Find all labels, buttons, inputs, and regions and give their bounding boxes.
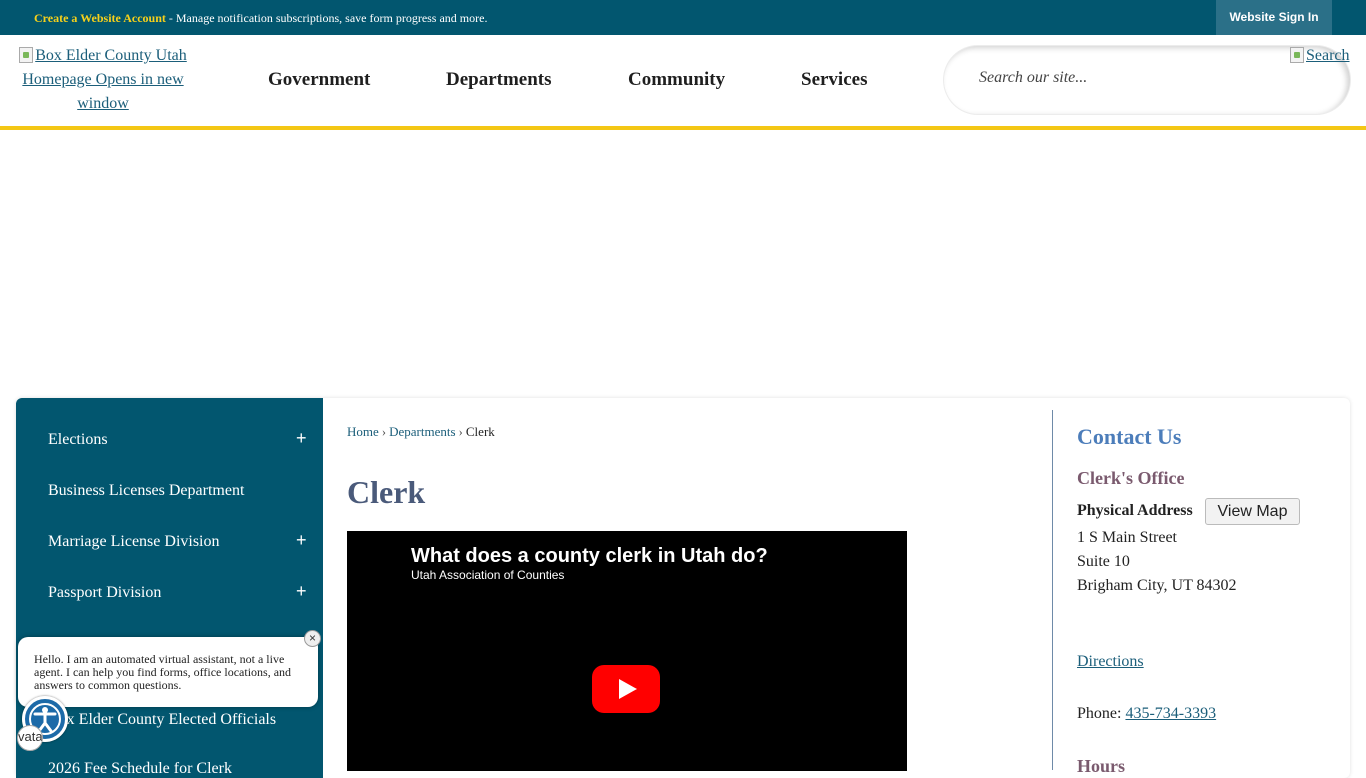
video-title[interactable]: What does a county clerk in Utah do?: [411, 545, 768, 568]
sidebar-item-passport[interactable]: Passport Division: [48, 584, 161, 602]
breadcrumb-separator: ›: [458, 424, 463, 439]
chat-avatar[interactable]: vata: [17, 725, 43, 751]
header-accent-line: [0, 126, 1366, 130]
account-banner: Create a Website Account - Manage notifi…: [34, 11, 487, 26]
play-icon[interactable]: [592, 665, 660, 713]
account-banner-text: - Manage notification subscriptions, sav…: [165, 11, 488, 25]
broken-image-icon: [19, 47, 34, 63]
nav-departments[interactable]: Departments: [446, 69, 552, 91]
breadcrumb-home[interactable]: Home: [347, 424, 379, 439]
video-channel[interactable]: Utah Association of Counties: [411, 568, 564, 582]
address-label: Physical Address: [1077, 502, 1193, 519]
sidebar-item-elections[interactable]: Elections: [48, 431, 108, 449]
create-account-link[interactable]: Create a Website Account: [34, 11, 166, 25]
sidebar-item-marriage-license[interactable]: Marriage License Division: [48, 533, 220, 551]
page-title: Clerk: [347, 474, 426, 510]
broken-image-icon: [1290, 47, 1304, 63]
breadcrumb-current: Clerk: [465, 424, 495, 439]
contact-heading: Contact Us: [1077, 424, 1182, 449]
plus-icon[interactable]: +: [296, 530, 307, 551]
nav-government[interactable]: Government: [268, 69, 370, 91]
chat-message: Hello. I am an automated virtual assista…: [34, 652, 292, 692]
sidebar-item-business-licenses[interactable]: Business Licenses Department: [48, 482, 244, 500]
view-map-button[interactable]: View Map: [1205, 498, 1300, 525]
plus-icon[interactable]: +: [296, 428, 307, 449]
hours-heading: Hours: [1077, 756, 1126, 776]
column-divider: [1052, 410, 1053, 770]
close-icon[interactable]: ×: [304, 630, 321, 647]
nav-community[interactable]: Community: [628, 69, 725, 91]
sidebar-item-elected-officials[interactable]: Box Elder County Elected Officials: [48, 711, 276, 729]
search-alt-text: Search: [1306, 47, 1350, 64]
breadcrumb: Home › Departments › Clerk: [347, 424, 495, 440]
website-sign-in-button[interactable]: Website Sign In: [1216, 0, 1332, 35]
plus-icon[interactable]: +: [296, 581, 307, 602]
directions-link[interactable]: Directions: [1077, 653, 1144, 671]
address-line: Suite 10: [1077, 553, 1130, 570]
site-logo-link[interactable]: Box Elder County Utah Homepage Opens in …: [14, 44, 192, 116]
office-heading: Clerk's Office: [1077, 468, 1185, 488]
top-bar: Create a Website Account - Manage notifi…: [0, 0, 1366, 35]
address-line: 1 S Main Street: [1077, 529, 1177, 546]
chat-bubble[interactable]: Hello. I am an automated virtual assista…: [18, 637, 318, 707]
site-header: Box Elder County Utah Homepage Opens in …: [0, 35, 1366, 127]
phone-label: Phone:: [1077, 705, 1126, 722]
phone-row: Phone: 435-734-3393: [1077, 705, 1216, 723]
logo-alt-text[interactable]: Box Elder County Utah Homepage Opens in …: [22, 47, 186, 112]
phone-link[interactable]: 435-734-3393: [1125, 705, 1216, 722]
search-input[interactable]: [977, 68, 1277, 88]
breadcrumb-departments[interactable]: Departments: [389, 424, 455, 439]
sidebar-item-fee-schedule[interactable]: 2026 Fee Schedule for Clerk: [48, 760, 232, 778]
nav-services[interactable]: Services: [801, 69, 867, 91]
address-line: Brigham City, UT 84302: [1077, 577, 1237, 594]
video-player[interactable]: What does a county clerk in Utah do? Uta…: [347, 531, 907, 771]
breadcrumb-separator: ›: [381, 424, 387, 439]
search-button[interactable]: Search: [1290, 47, 1350, 65]
